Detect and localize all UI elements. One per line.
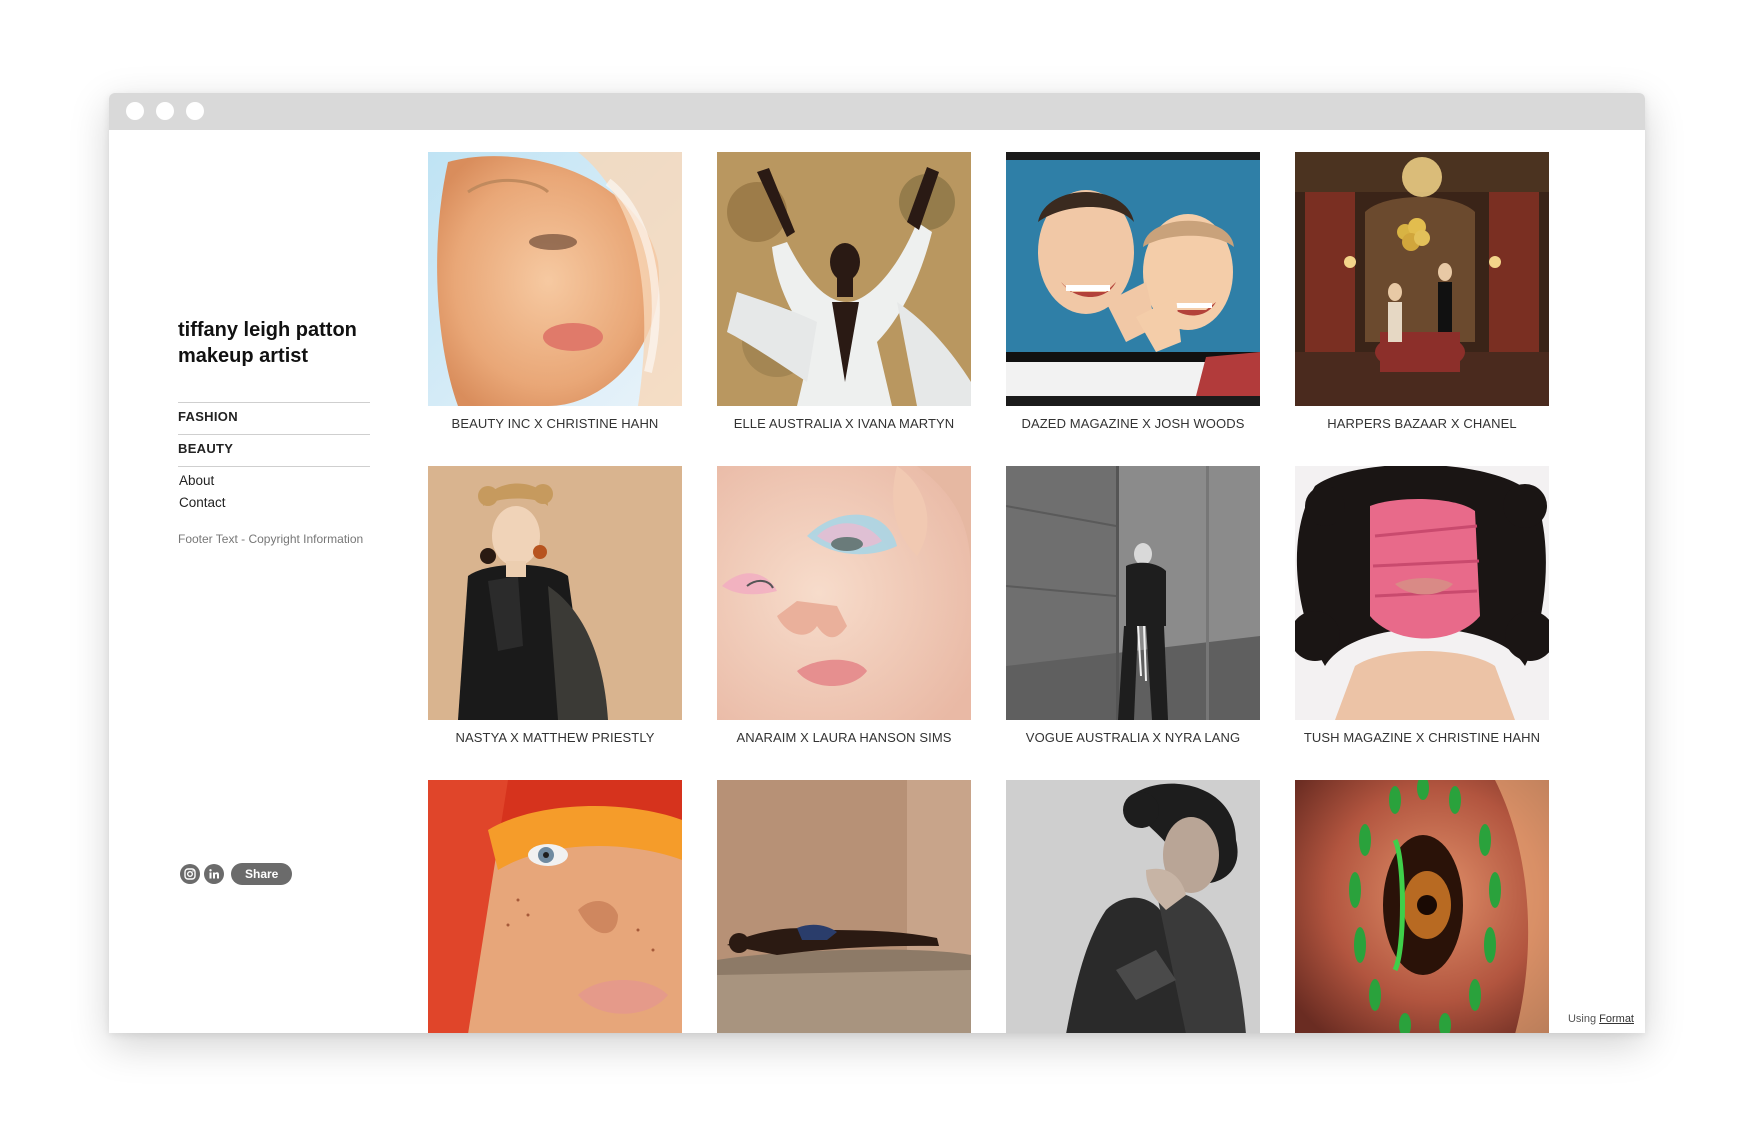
gallery-image-red-hair[interactable] [428, 780, 682, 1033]
social-links: Share [180, 863, 293, 885]
gallery-item[interactable]: BEAUTY INC X CHRISTINE HAHN [428, 152, 682, 431]
gallery-item[interactable]: VOGUE AUSTRALIA X NYRA LANG [1006, 466, 1260, 745]
gallery-caption[interactable]: VOGUE AUSTRALIA X NYRA LANG [1006, 730, 1260, 745]
gallery-image-elle-australia[interactable] [717, 152, 971, 406]
instagram-icon[interactable] [180, 864, 200, 884]
share-button[interactable]: Share [231, 863, 293, 885]
gallery-caption[interactable]: DAZED MAGAZINE X JOSH WOODS [1006, 416, 1260, 431]
gallery-image-beauty-inc[interactable] [428, 152, 682, 406]
nav-item-beauty[interactable]: BEAUTY [178, 434, 370, 467]
page-viewport: tiffany leigh patton makeup artist FASHI… [109, 130, 1645, 1033]
nav-link-about[interactable]: About [179, 470, 226, 492]
gallery-image-anaraim[interactable] [717, 466, 971, 720]
gallery-image-harpers-bazaar[interactable] [1295, 152, 1549, 406]
gallery-caption[interactable]: BEAUTY INC X CHRISTINE HAHN [428, 416, 682, 431]
site-title-name[interactable]: tiffany leigh patton [178, 317, 378, 343]
window-minimize-dot[interactable] [156, 102, 174, 120]
gallery-item[interactable]: HARPERS BAZAAR X CHANEL [1295, 152, 1549, 431]
gallery-caption[interactable]: ANARAIM X LAURA HANSON SIMS [717, 730, 971, 745]
gallery-item[interactable]: DAZED MAGAZINE X JOSH WOODS [1006, 152, 1260, 431]
nav-item-fashion[interactable]: FASHION [178, 402, 370, 434]
secondary-nav: About Contact [179, 470, 226, 514]
gallery-caption[interactable]: ELLE AUSTRALIA X IVANA MARTYN [717, 416, 971, 431]
browser-titlebar [109, 93, 1645, 130]
using-label: Using [1567, 1013, 1597, 1025]
nav-link-contact[interactable]: Contact [179, 492, 226, 514]
gallery-image-reclining[interactable] [717, 780, 971, 1033]
browser-window: tiffany leigh patton makeup artist FASHI… [109, 93, 1645, 1033]
linkedin-icon[interactable] [204, 864, 224, 884]
window-maximize-dot[interactable] [186, 102, 204, 120]
footer-copyright-text: Footer Text - Copyright Information [178, 532, 364, 546]
window-close-dot[interactable] [126, 102, 144, 120]
gallery-caption[interactable]: NASTYA X MATTHEW PRIESTLY [428, 730, 682, 745]
gallery-item[interactable] [717, 780, 971, 1033]
gallery-item[interactable] [1295, 780, 1549, 1033]
gallery-image-dazed[interactable] [1006, 152, 1260, 406]
gallery-item[interactable]: NASTYA X MATTHEW PRIESTLY [428, 466, 682, 745]
site-title[interactable]: tiffany leigh patton makeup artist [178, 317, 378, 369]
site-title-role[interactable]: makeup artist [178, 343, 378, 369]
format-link[interactable]: Format [1599, 1013, 1634, 1025]
page-stage: tiffany leigh patton makeup artist FASHI… [0, 0, 1755, 1148]
platform-credit: Using Format [1568, 1013, 1634, 1025]
gallery-image-nastya[interactable] [428, 466, 682, 720]
gallery-image-green-eye[interactable] [1295, 780, 1549, 1033]
gallery-item[interactable] [428, 780, 682, 1033]
gallery-item[interactable] [1006, 780, 1260, 1033]
gallery-item[interactable]: ANARAIM X LAURA HANSON SIMS [717, 466, 971, 745]
sidebar: tiffany leigh patton makeup artist FASHI… [178, 130, 370, 1033]
main-nav: FASHION BEAUTY [178, 402, 370, 467]
gallery-caption[interactable]: TUSH MAGAZINE X CHRISTINE HAHN [1295, 730, 1549, 745]
gallery-item[interactable]: TUSH MAGAZINE X CHRISTINE HAHN [1295, 466, 1549, 745]
gallery-image-vogue-australia[interactable] [1006, 466, 1260, 720]
gallery-item[interactable]: ELLE AUSTRALIA X IVANA MARTYN [717, 152, 971, 431]
gallery-image-bw-portrait[interactable] [1006, 780, 1260, 1033]
gallery-caption[interactable]: HARPERS BAZAAR X CHANEL [1295, 416, 1549, 431]
gallery-image-tush[interactable] [1295, 466, 1549, 720]
